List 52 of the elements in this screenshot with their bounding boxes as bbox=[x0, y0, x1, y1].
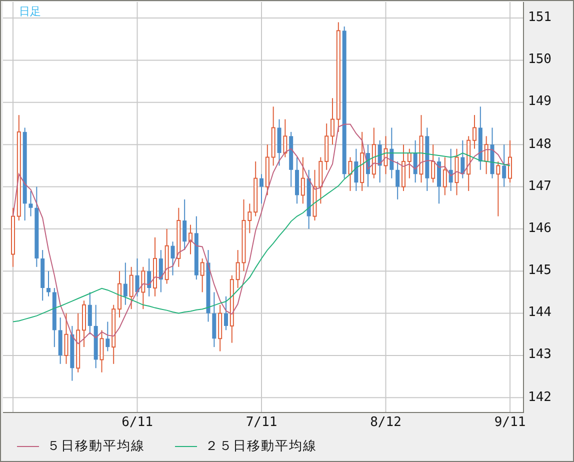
candlestick bbox=[431, 144, 436, 184]
candlestick bbox=[396, 160, 400, 200]
candlestick bbox=[354, 148, 358, 192]
candlestick bbox=[106, 321, 110, 352]
candlestick bbox=[283, 118, 288, 158]
y-axis-label: 143 bbox=[528, 347, 552, 364]
y-axis-label: 146 bbox=[528, 220, 552, 237]
candlestick bbox=[129, 266, 134, 310]
x-axis-label: 7/11 bbox=[246, 415, 278, 430]
candlestick bbox=[484, 136, 488, 175]
legend-label: ２５日移動平均線 bbox=[205, 438, 317, 455]
x-axis-label: 8/12 bbox=[370, 415, 402, 430]
y-axis-label: 142 bbox=[528, 390, 552, 406]
candlestick bbox=[147, 258, 152, 297]
candlestick bbox=[472, 114, 476, 150]
y-axis-label: 145 bbox=[528, 263, 552, 280]
candlestick bbox=[413, 140, 418, 184]
candlestick bbox=[135, 258, 140, 297]
candlestick bbox=[330, 98, 334, 146]
candlestick bbox=[46, 270, 50, 297]
candlestick bbox=[170, 241, 175, 276]
candlestick bbox=[158, 250, 163, 293]
candlestick bbox=[182, 198, 187, 251]
legend-label: ５日移動平均線 bbox=[47, 438, 145, 455]
y-axis-label: 150 bbox=[528, 52, 552, 68]
candlestick bbox=[236, 250, 240, 288]
candlestick bbox=[200, 258, 204, 293]
y-axis-label: 148 bbox=[528, 136, 552, 153]
candlestick bbox=[100, 330, 104, 373]
y-axis-label: 149 bbox=[528, 94, 552, 110]
candlestick bbox=[442, 156, 447, 196]
y-axis-label: 151 bbox=[528, 10, 552, 26]
candlestick bbox=[300, 156, 305, 204]
candlestick bbox=[407, 148, 412, 179]
candlestick bbox=[141, 266, 146, 310]
candlestick bbox=[390, 127, 394, 179]
y-axis-label: 144 bbox=[528, 305, 552, 322]
candlestick bbox=[260, 174, 264, 204]
candlestick bbox=[123, 262, 128, 306]
x-axis-label: 9/11 bbox=[494, 415, 526, 430]
candlestick bbox=[224, 296, 228, 331]
x-axis-label: 6/11 bbox=[122, 415, 153, 430]
candlestick bbox=[348, 156, 352, 192]
y-axis-label: 147 bbox=[528, 178, 552, 195]
candlestick bbox=[88, 292, 92, 335]
candlestick bbox=[64, 312, 68, 364]
candlestick bbox=[28, 190, 33, 217]
candlestick bbox=[460, 140, 465, 179]
candlestick bbox=[502, 144, 506, 188]
candlestick bbox=[508, 140, 512, 184]
candlestick bbox=[496, 160, 500, 217]
period-label: 日足 bbox=[19, 4, 41, 19]
